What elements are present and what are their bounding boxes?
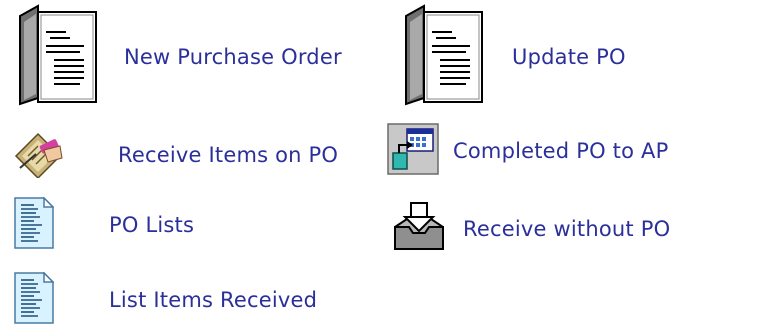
transfer-to-window-icon[interactable] [387,123,439,179]
po-lists-label[interactable]: PO Lists [109,213,194,237]
inbox-tray-icon[interactable] [393,201,445,257]
receive-items-on-po-link[interactable]: Receive Items on PO [14,128,338,182]
binder-document-icon[interactable] [10,4,112,110]
completed-po-to-ap-link[interactable]: Completed PO to AP [387,123,668,179]
binder-document-icon[interactable] [396,4,498,110]
receive-without-po-label[interactable]: Receive without PO [463,217,670,241]
update-po-link[interactable]: Update PO [396,4,626,110]
completed-po-to-ap-label[interactable]: Completed PO to AP [453,139,668,163]
text-document-icon[interactable] [14,271,55,328]
po-lists-link[interactable]: PO Lists [14,196,194,253]
receive-items-on-po-label[interactable]: Receive Items on PO [118,143,338,167]
text-document-icon[interactable] [14,196,55,253]
update-po-label[interactable]: Update PO [512,45,626,69]
purchase-order-menu: New Purchase Order Update PO Receive Ite… [0,0,765,331]
list-items-received-label[interactable]: List Items Received [109,288,317,312]
new-purchase-order-label[interactable]: New Purchase Order [124,45,342,69]
receive-without-po-link[interactable]: Receive without PO [393,201,670,257]
new-purchase-order-link[interactable]: New Purchase Order [10,4,342,110]
hand-signing-form-icon[interactable] [14,128,64,182]
list-items-received-link[interactable]: List Items Received [14,271,317,328]
